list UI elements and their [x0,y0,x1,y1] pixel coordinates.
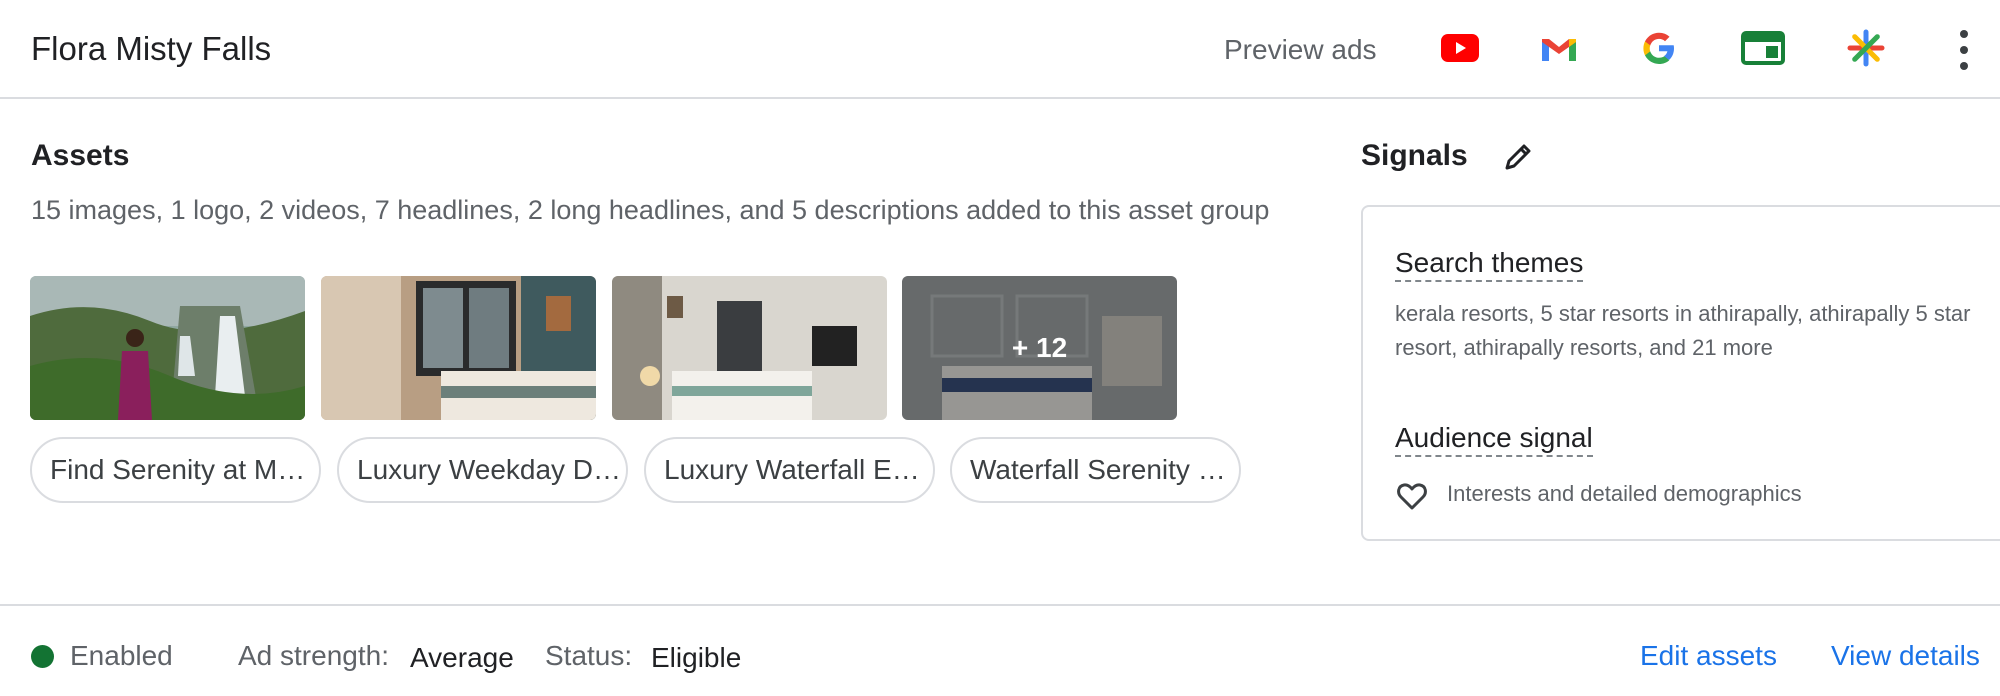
headline-chip-3[interactable]: Luxury Waterfall E… [644,437,935,503]
headline-chip-2[interactable]: Luxury Weekday D… [337,437,628,503]
asset-group-header: Flora Misty Falls Preview ads [0,0,2000,99]
heart-icon [1395,479,1429,513]
ad-strength-label: Ad strength: [238,640,389,671]
signals-card: Search themes kerala resorts, 5 star res… [1361,205,2000,541]
view-details-link[interactable]: View details [1831,640,1980,672]
more-vert-icon[interactable] [1954,30,1974,70]
headline-chip-4[interactable]: Waterfall Serenity … [950,437,1241,503]
assets-summary: 15 images, 1 logo, 2 videos, 7 headlines… [31,195,1270,225]
signals-heading: Signals [1361,139,1468,172]
ad-strength-value: Average [410,642,514,673]
status-field-value: Eligible [651,642,742,673]
gmail-icon[interactable] [1536,28,1582,68]
edit-assets-link[interactable]: Edit assets [1640,640,1777,672]
search-themes-link[interactable]: Search themes [1395,247,1584,282]
display-icon[interactable] [1740,28,1786,68]
youtube-icon[interactable] [1437,28,1483,68]
discover-icon[interactable] [1843,28,1889,68]
thumb-waterfall[interactable] [30,276,305,420]
edit-pencil-icon[interactable] [1500,139,1536,175]
more-images-overlay: + 12 [902,276,1177,420]
audience-signal-link[interactable]: Audience signal [1395,422,1593,457]
google-icon[interactable] [1636,28,1682,68]
status-field-label: Status: [545,640,633,671]
search-themes-text: kerala resorts, 5 star resorts in athira… [1395,301,1971,360]
audience-signal-text: Interests and detailed demographics [1447,481,1802,506]
status-enabled-label[interactable]: Enabled [70,640,173,672]
asset-group-title: Flora Misty Falls [31,30,272,67]
thumb-bedroom-3[interactable]: + 12 [902,276,1177,420]
enabled-status-dot [31,645,54,668]
thumb-bedroom-1[interactable] [321,276,596,420]
preview-ads-label: Preview ads [1224,34,1377,65]
assets-heading: Assets [31,139,130,172]
footer-divider [0,604,2000,606]
thumb-bedroom-2[interactable] [612,276,887,420]
headline-chip-1[interactable]: Find Serenity at M… [30,437,321,503]
